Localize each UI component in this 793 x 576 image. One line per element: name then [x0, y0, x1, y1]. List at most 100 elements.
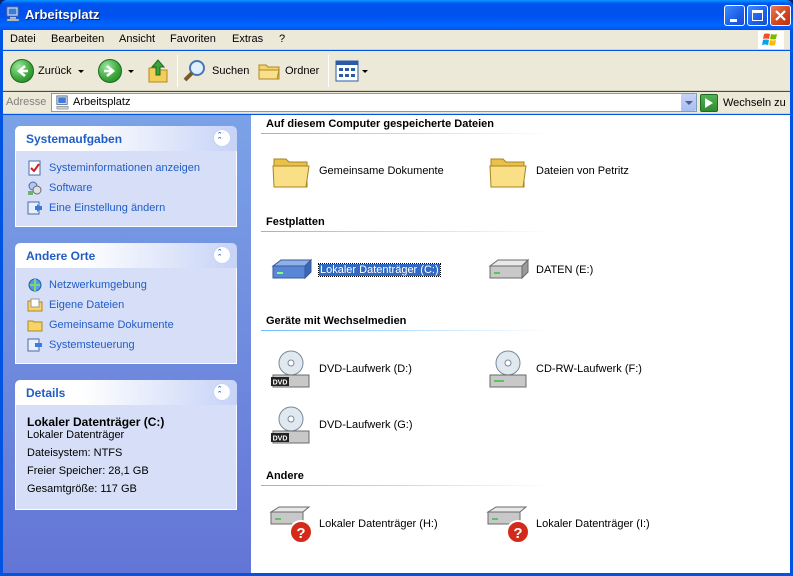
menu-datei[interactable]: Datei: [10, 33, 36, 45]
cdrw-f-item[interactable]: CD-RW-Laufwerk (F:): [486, 346, 642, 392]
forward-arrow-icon: [98, 59, 122, 83]
go-button[interactable]: Wechseln zu: [700, 93, 786, 112]
close-button[interactable]: [770, 5, 791, 26]
search-label: Suchen: [212, 65, 250, 77]
other-places-body: Netzwerkumgebung Eigene Dateien Gemeinsa…: [15, 268, 237, 364]
system-tasks-body: Systeminformationen anzeigen Software Ei…: [15, 151, 237, 227]
menu-ansicht[interactable]: Ansicht: [119, 33, 155, 45]
item-label: CD-RW-Laufwerk (F:): [536, 363, 642, 375]
details-type: Lokaler Datenträger: [27, 429, 125, 441]
details-header[interactable]: Details ˆˆ: [15, 380, 237, 405]
task-label: Systeminformationen anzeigen: [49, 162, 201, 174]
network-icon: [28, 278, 42, 292]
forward-button[interactable]: [98, 57, 134, 85]
control-panel-icon: [27, 338, 42, 352]
shared-documents-item[interactable]: Gemeinsame Dokumente: [269, 148, 444, 194]
unknown-drive-icon: ?: [269, 506, 313, 544]
details-free-space: Freier Speicher: 28,1 GB: [27, 465, 149, 477]
menu-help[interactable]: ?: [279, 33, 285, 45]
group-divider: [261, 330, 551, 331]
address-value: Arbeitsplatz: [73, 96, 131, 108]
item-label: Lokaler Datenträger (H:): [319, 518, 438, 530]
collapse-icon[interactable]: ˆˆ: [213, 383, 231, 401]
place-network[interactable]: Netzwerkumgebung: [27, 275, 236, 295]
my-computer-icon: [6, 6, 20, 22]
forward-dropdown-icon[interactable]: [128, 69, 134, 73]
minimize-button[interactable]: [724, 5, 745, 26]
software-icon: [28, 181, 42, 195]
address-label: Adresse: [6, 96, 47, 108]
maximize-button[interactable]: [747, 5, 768, 26]
task-label: Eine Einstellung ändern: [49, 202, 166, 214]
item-label: DVD-Laufwerk (D:): [319, 363, 412, 375]
svg-text:?: ?: [296, 525, 305, 542]
my-documents-icon: [27, 298, 43, 312]
place-control-panel[interactable]: Systemsteuerung: [27, 335, 236, 355]
details-body: Lokaler Datenträger (C:) Lokaler Datentr…: [15, 405, 237, 510]
other-places-header[interactable]: Andere Orte ˆˆ: [15, 243, 237, 268]
up-button[interactable]: [146, 57, 170, 85]
menu-extras[interactable]: Extras: [232, 33, 263, 45]
collapse-icon[interactable]: ˆˆ: [213, 246, 231, 264]
drive-e-item[interactable]: DATEN (E:): [486, 247, 593, 293]
title-bar[interactable]: Arbeitsplatz: [0, 0, 793, 30]
menu-favoriten[interactable]: Favoriten: [170, 33, 216, 45]
control-panel-icon: [27, 201, 42, 215]
search-button[interactable]: Suchen: [182, 57, 249, 85]
drive-h-item[interactable]: ? Lokaler Datenträger (H:): [269, 501, 438, 547]
folders-icon: [258, 64, 280, 80]
task-software[interactable]: Software: [27, 178, 236, 198]
place-label: Eigene Dateien: [49, 299, 125, 311]
svg-text:?: ?: [513, 525, 522, 542]
place-my-documents[interactable]: Eigene Dateien: [27, 295, 236, 315]
task-pane: Systemaufgaben ˆˆ Systeminformationen an…: [3, 115, 251, 573]
dvd-g-item[interactable]: DVD DVD-Laufwerk (G:): [269, 402, 413, 448]
item-label: DATEN (E:): [536, 264, 594, 276]
toolbar-separator: [328, 55, 329, 87]
details-panel: Details ˆˆ Lokaler Datenträger (C:) Loka…: [15, 380, 237, 510]
views-icon: [335, 60, 359, 82]
views-dropdown-icon[interactable]: [362, 69, 368, 73]
folder-icon: [27, 320, 43, 332]
go-arrow-icon: [700, 93, 718, 112]
views-button[interactable]: [335, 57, 368, 85]
window-title: Arbeitsplatz: [25, 7, 100, 22]
item-label: Gemeinsame Dokumente: [319, 165, 444, 177]
dvd-drive-icon: DVD: [271, 350, 310, 388]
folder-up-icon: [148, 59, 168, 83]
petritz-files-item[interactable]: Dateien von Petritz: [486, 148, 629, 194]
place-shared-documents[interactable]: Gemeinsame Dokumente: [27, 315, 236, 335]
address-input[interactable]: Arbeitsplatz: [51, 93, 697, 112]
place-label: Gemeinsame Dokumente: [49, 319, 174, 331]
explorer-window: Arbeitsplatz Datei Bearbeiten Ansicht Fa…: [0, 0, 793, 576]
folder-icon: [489, 158, 527, 188]
go-label: Wechseln zu: [723, 96, 786, 109]
folders-button[interactable]: Ordner: [257, 57, 319, 85]
back-dropdown-icon[interactable]: [77, 69, 84, 73]
folders-label: Ordner: [285, 65, 320, 77]
drive-c-item[interactable]: Lokaler Datenträger (C:): [269, 247, 441, 293]
group-header: Auf diesem Computer gespeicherte Dateien: [266, 118, 495, 130]
group-divider: [261, 231, 551, 232]
windows-logo-icon: [758, 31, 784, 49]
system-tasks-header[interactable]: Systemaufgaben ˆˆ: [15, 126, 237, 151]
collapse-icon[interactable]: ˆˆ: [213, 129, 231, 147]
address-dropdown-button[interactable]: [680, 94, 696, 111]
task-label: Software: [49, 182, 93, 194]
dvd-badge: DVD: [273, 380, 288, 387]
details-filesystem: Dateisystem: NTFS: [27, 447, 123, 459]
content-area: Auf diesem Computer gespeicherte Dateien…: [251, 115, 790, 573]
back-button[interactable]: Zurück: [10, 57, 84, 85]
item-label: DVD-Laufwerk (G:): [319, 419, 413, 431]
folder-icon: [272, 158, 310, 188]
menu-bearbeiten[interactable]: Bearbeiten: [51, 33, 104, 45]
task-system-info[interactable]: Systeminformationen anzeigen: [27, 158, 236, 178]
drive-i-item[interactable]: ? Lokaler Datenträger (I:): [486, 501, 650, 547]
dvd-d-item[interactable]: DVD DVD-Laufwerk (D:): [269, 346, 412, 392]
details-name: Lokaler Datenträger (C:): [27, 415, 165, 429]
hard-drive-icon: [488, 258, 530, 280]
place-label: Systemsteuerung: [49, 339, 135, 351]
search-icon: [183, 60, 205, 82]
unknown-drive-icon: ?: [486, 506, 530, 544]
task-change-setting[interactable]: Eine Einstellung ändern: [27, 198, 236, 218]
